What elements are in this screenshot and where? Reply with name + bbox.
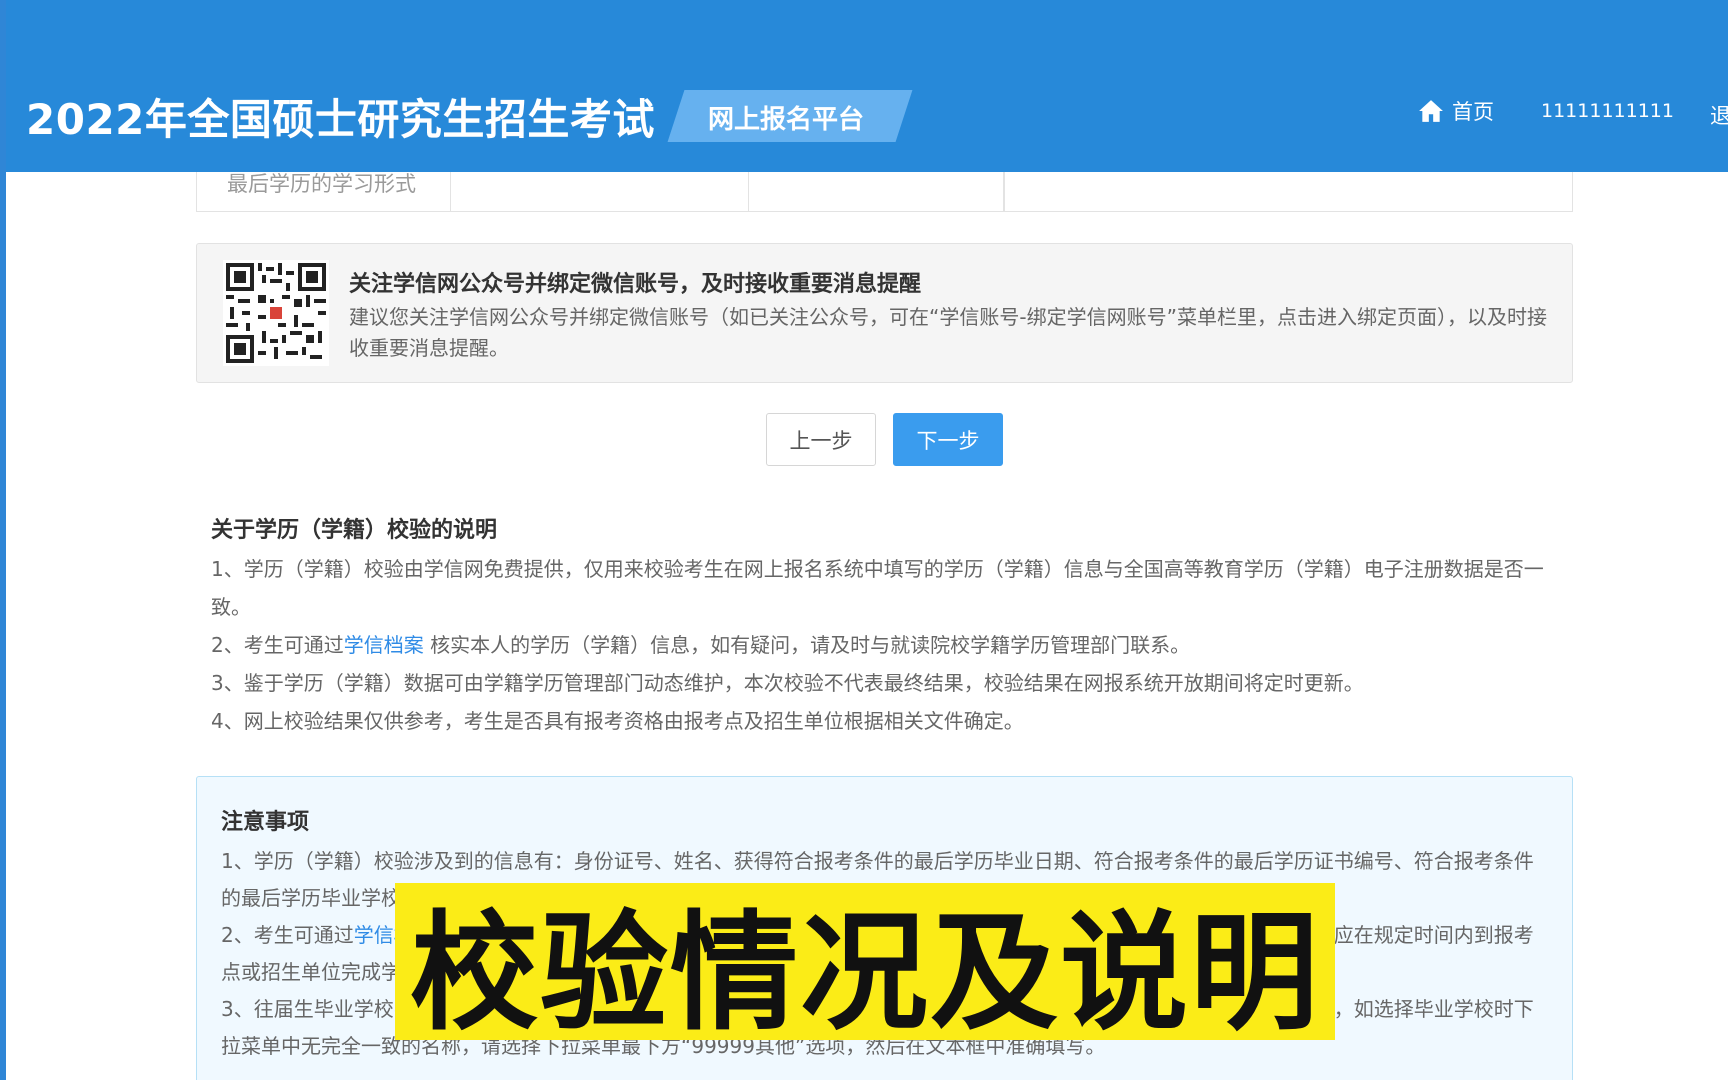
qr-code-icon xyxy=(226,263,326,363)
verification-explanation: 关于学历（学籍）校验的说明 1、学历（学籍）校验由学信网免费提供，仅用来校验考生… xyxy=(211,512,1561,740)
caption-text: 校验情况及说明 xyxy=(409,899,1320,1048)
notes-title: 注意事项 xyxy=(221,810,310,835)
wechat-notice: 关注学信网公众号并绑定微信账号，及时接收重要消息提醒 建议您关注学信网公众号并绑… xyxy=(196,243,1573,383)
row-label: 最后学历的学习形式 xyxy=(227,172,416,196)
site-title: 2022年全国硕士研究生招生考试 xyxy=(26,95,655,144)
page-left-edge xyxy=(0,0,6,1080)
notes-item-prefix: 2、考生可通过 xyxy=(221,923,354,947)
platform-tag: 网上报名平台 xyxy=(708,105,865,135)
wechat-notice-body: 建议您关注学信网公众号并绑定微信账号（如已关注公众号，可在“学信账号-绑定学信网… xyxy=(349,305,1547,360)
info-table-row: 最后学历的学习形式 xyxy=(196,172,1573,212)
explanation-item: 3、鉴于学历（学籍）数据可由学籍学历管理部门动态维护，本次校验不代表最终结果，校… xyxy=(211,671,1364,695)
site-header: 2022年全国硕士研究生招生考试 网上报名平台 首页 11111111111 退… xyxy=(0,0,1728,172)
page: 最后学历的学习形式 2022年全国硕士研究生招生考试 网上报名平台 首页 111… xyxy=(0,0,1728,1080)
table-cell xyxy=(749,172,1004,211)
table-cell xyxy=(1004,172,1005,211)
explanation-item-prefix: 2、考生可通过 xyxy=(211,633,344,657)
wechat-notice-title: 关注学信网公众号并绑定微信账号，及时接收重要消息提醒 xyxy=(349,272,922,297)
nav-home-link[interactable]: 首页 xyxy=(1418,96,1494,126)
explanation-title: 关于学历（学籍）校验的说明 xyxy=(211,518,498,543)
explanation-item: 2、考生可通过学信档案 核实本人的学历（学籍）信息，如有疑问，请及时与就读院校学… xyxy=(211,626,1561,664)
nav-home-label: 首页 xyxy=(1452,100,1494,124)
qr-code-image xyxy=(223,260,329,366)
prev-step-button[interactable]: 上一步 xyxy=(766,413,876,466)
explanation-item: 1、学历（学籍）校验由学信网免费提供，仅用来校验考生在网上报名系统中填写的学历（… xyxy=(211,557,1544,619)
xuexin-archive-link[interactable]: 学信档案 xyxy=(344,633,424,657)
home-icon xyxy=(1419,100,1443,122)
explanation-item: 4、网上校验结果仅供参考，考生是否具有报考资格由报考点及招生单位根据相关文件确定… xyxy=(211,709,1024,733)
explanation-item-suffix: 核实本人的学历（学籍）信息，如有疑问，请及时与就读院校学籍学历管理部门联系。 xyxy=(423,633,1191,657)
nav-logout-link[interactable]: 退出 xyxy=(1710,100,1728,130)
next-step-button[interactable]: 下一步 xyxy=(893,413,1003,466)
nav-user-id[interactable]: 11111111111 xyxy=(1541,100,1674,122)
video-caption-overlay: 校验情况及说明 xyxy=(395,883,1335,1048)
table-cell-label: 最后学历的学习形式 xyxy=(197,172,451,211)
table-cell-value xyxy=(451,172,749,211)
